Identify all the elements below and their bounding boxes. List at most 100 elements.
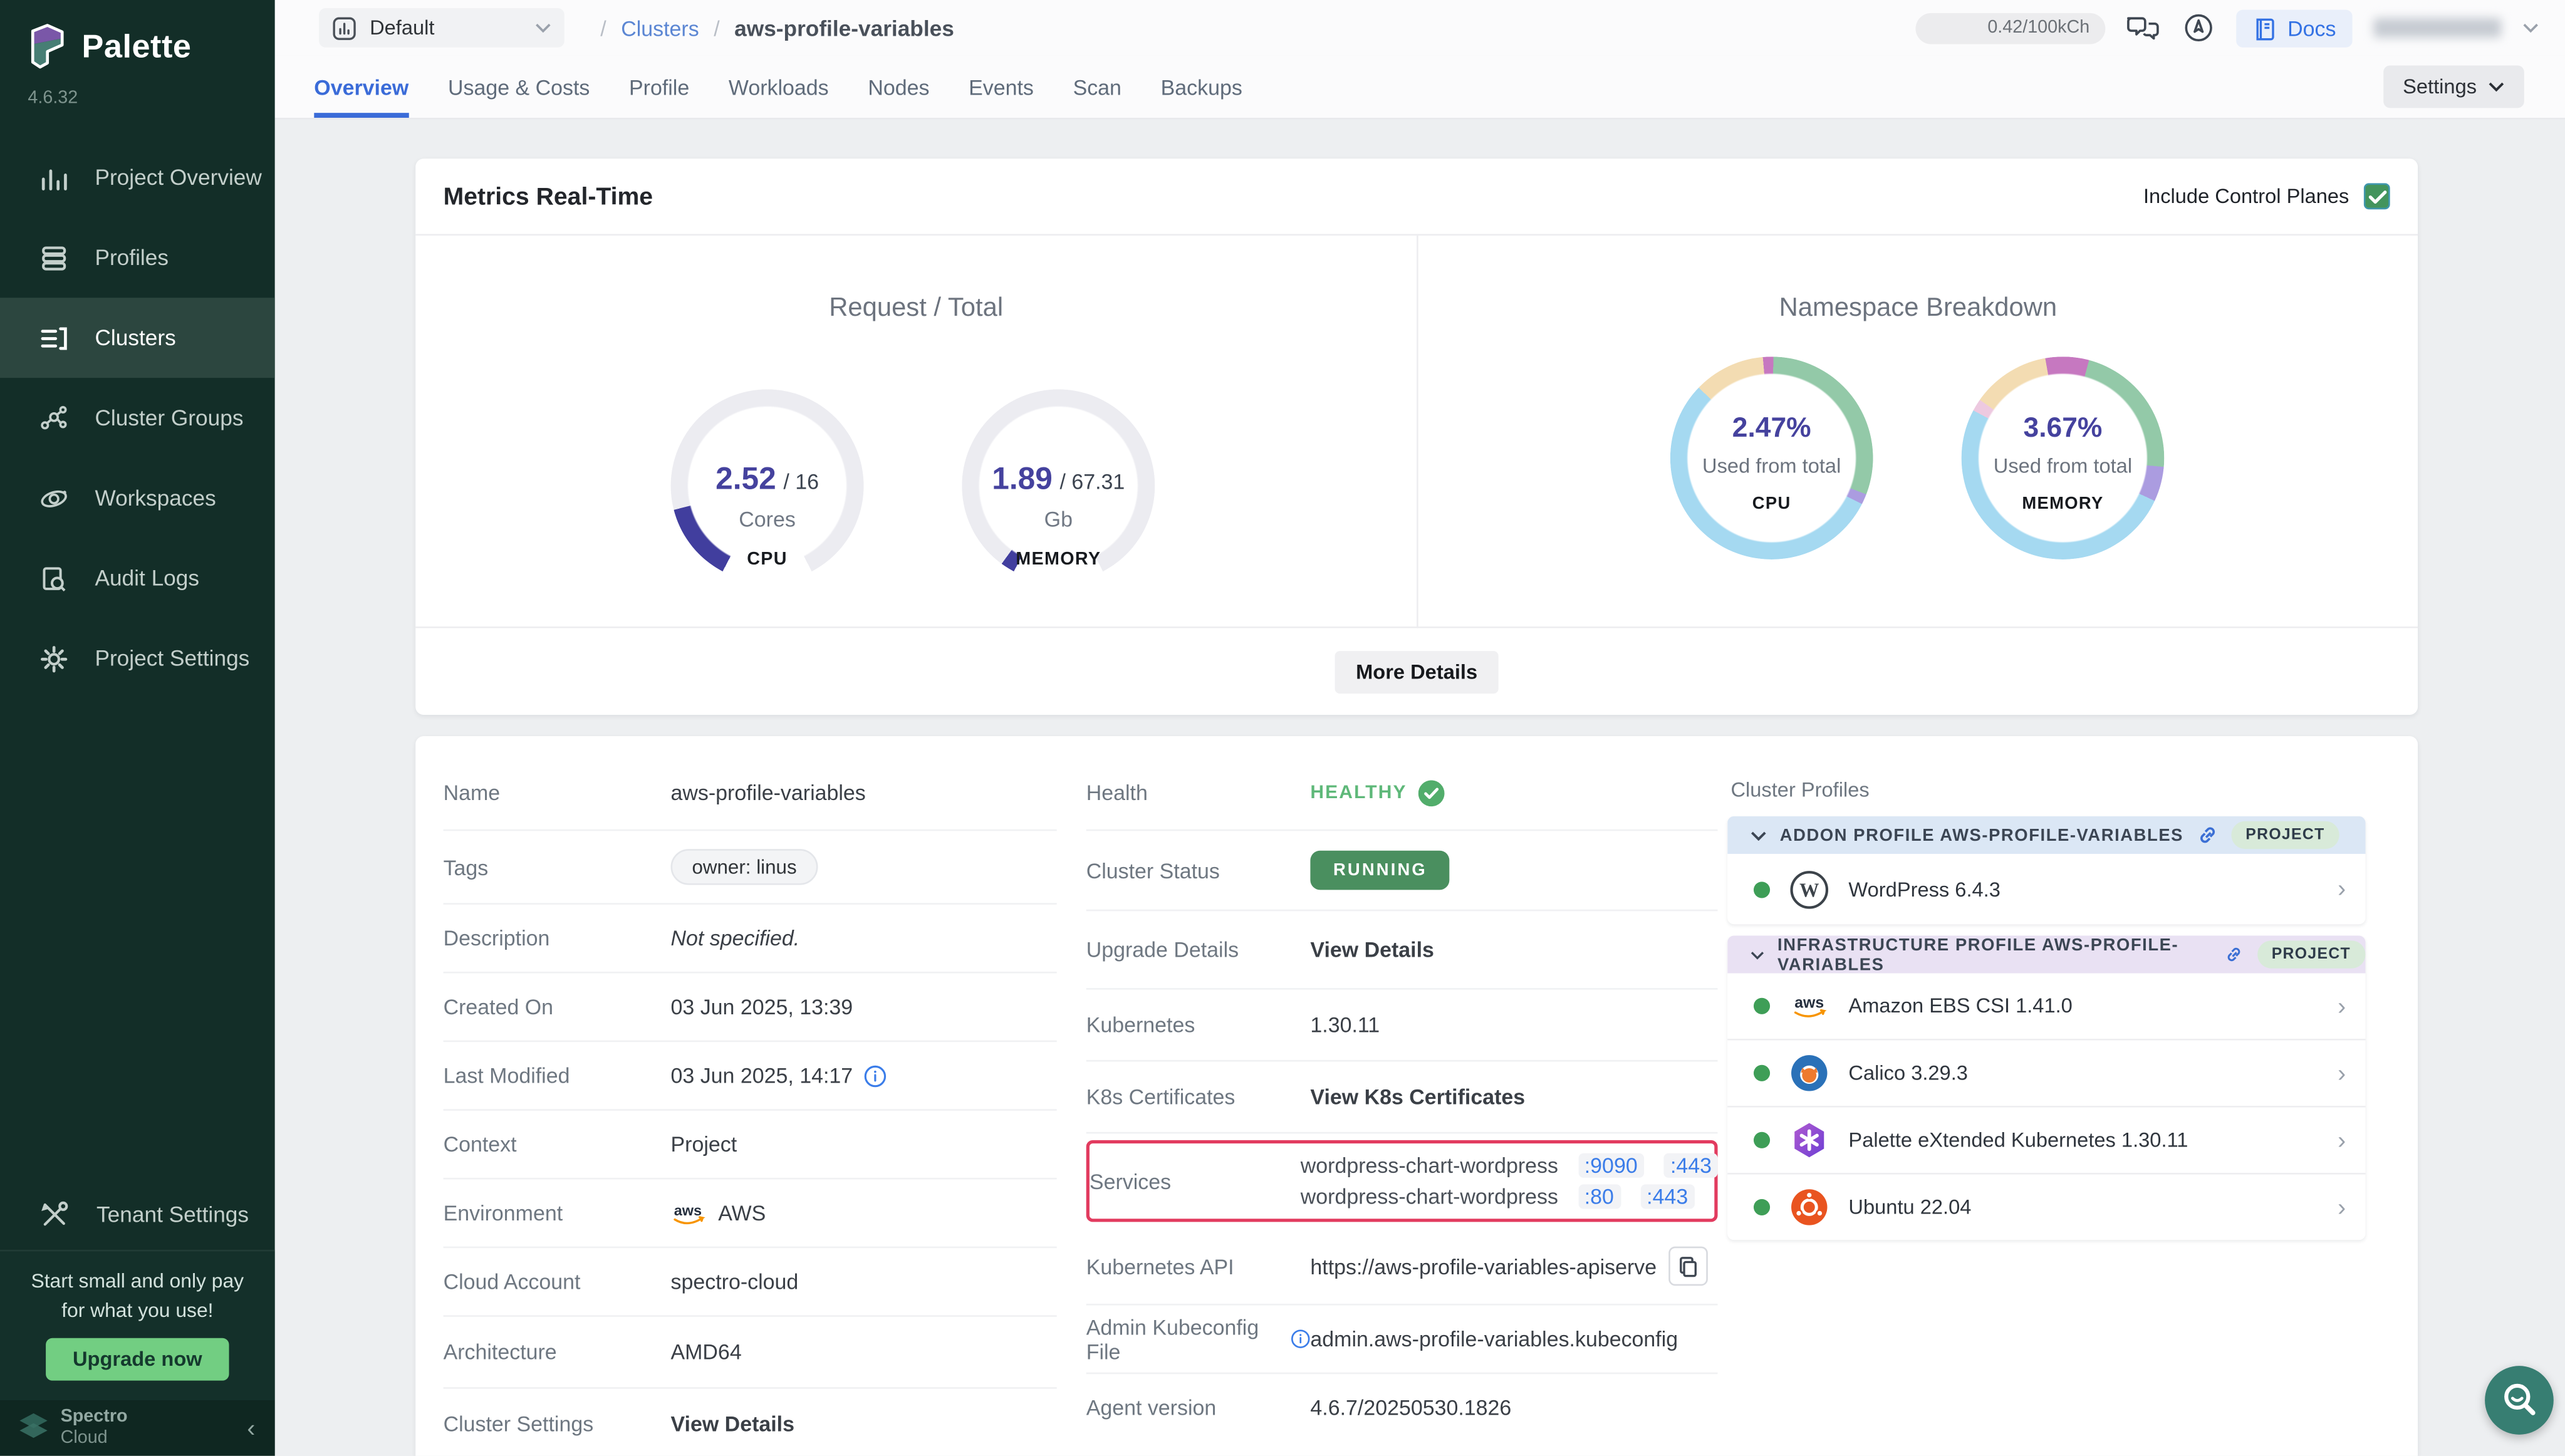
cpu-used-caption: Used from total <box>1670 455 1873 478</box>
running-status-badge: RUNNING <box>1310 851 1450 890</box>
profile-layer-wordpress[interactable]: W WordPress 6.4.3 › <box>1727 854 2365 924</box>
palette-logo-icon <box>26 23 69 72</box>
last-modified-value: 03 Jun 2025, 14:17 <box>671 1063 853 1088</box>
detail-row-health: Health HEALTHY <box>1086 756 1718 831</box>
detail-row-context: Context Project <box>444 1111 1057 1180</box>
metrics-card-title: Metrics Real-Time <box>444 182 653 210</box>
sidebar-item-project-settings[interactable]: Project Settings <box>0 618 275 699</box>
upgrade-now-button[interactable]: Upgrade now <box>46 1339 228 1381</box>
link-icon[interactable] <box>2225 944 2244 965</box>
status-dot-green <box>1754 881 1770 897</box>
breadcrumb-link-clusters[interactable]: Clusters <box>621 16 699 40</box>
sidebar-item-label: Project Overview <box>95 165 261 190</box>
cpu-namespace-donut-chart: 2.47% Used from total CPU <box>1670 356 1873 559</box>
tab-usage-costs[interactable]: Usage & Costs <box>448 56 590 118</box>
tab-overview[interactable]: Overview <box>314 56 408 118</box>
detail-row-architecture: Architecture AMD64 <box>444 1317 1057 1389</box>
brand-name: Palette <box>82 29 192 66</box>
addon-profile-header[interactable]: ADDON PROFILE AWS-PROFILE-VARIABLES PROJ… <box>1727 816 2365 854</box>
help-search-button[interactable] <box>2485 1366 2554 1435</box>
tab-events[interactable]: Events <box>969 56 1034 118</box>
memory-gauge-chart: 1.89 / 67.31 Gb MEMORY <box>962 389 1155 582</box>
docs-button[interactable]: Docs <box>2237 9 2352 46</box>
namespace-breakdown-panel: Namespace Breakdown 2.47% Used from tota… <box>1417 236 2418 628</box>
detail-row-cluster-status: Cluster Status RUNNING <box>1086 831 1718 911</box>
tab-backups[interactable]: Backups <box>1161 56 1242 118</box>
sidebar-item-tenant-settings[interactable]: Tenant Settings <box>0 1178 275 1250</box>
cluster-name-value: aws-profile-variables <box>671 780 866 804</box>
project-selector[interactable]: Default <box>319 8 565 48</box>
calico-icon <box>1789 1053 1829 1093</box>
docs-label: Docs <box>2287 16 2336 40</box>
kubernetes-version-value: 1.30.11 <box>1310 1012 1380 1037</box>
link-icon[interactable] <box>2197 824 2218 846</box>
sidebar-footer: Spectro Cloud ‹ <box>0 1400 275 1456</box>
copy-button[interactable] <box>1668 1247 1708 1286</box>
admin-kubeconfig-link[interactable]: admin.aws-profile-variables.kubeconfig <box>1310 1327 1678 1351</box>
chevron-down-icon <box>1751 950 1764 960</box>
sidebar-nav: Project Overview Profiles Clusters Clust… <box>0 137 275 699</box>
infrastructure-profile-group: INFRASTRUCTURE PROFILE AWS-PROFILE-VARIA… <box>1727 935 2365 1240</box>
tab-profile[interactable]: Profile <box>629 56 689 118</box>
sidebar-item-workspaces[interactable]: Workspaces <box>0 458 275 538</box>
clusters-icon <box>39 323 69 353</box>
chat-icon[interactable] <box>2127 13 2162 44</box>
tab-scan[interactable]: Scan <box>1073 56 1121 118</box>
detail-row-admin-kubeconfig: Admin Kubeconfig File admin.aws-profile-… <box>1086 1306 1718 1375</box>
promo-text: Start small and only pay for what you us… <box>0 1268 275 1326</box>
audit-log-icon <box>39 563 69 593</box>
collapse-sidebar-icon[interactable]: ‹ <box>247 1414 255 1442</box>
info-icon[interactable] <box>1291 1328 1310 1349</box>
cpu-used-percent: 2.47% <box>1670 412 1873 445</box>
sidebar-item-audit-logs[interactable]: Audit Logs <box>0 538 275 618</box>
detail-row-environment: Environment aws AWS <box>444 1180 1057 1249</box>
description-value: Not specified. <box>671 926 800 950</box>
profile-layer-ubuntu[interactable]: Ubuntu 22.04 › <box>1727 1175 2365 1240</box>
compass-icon[interactable] <box>2183 11 2215 44</box>
service-port-link[interactable]: :9090 <box>1578 1153 1644 1178</box>
view-k8s-certificates-link[interactable]: View K8s Certificates <box>1310 1084 1525 1109</box>
service-port-link[interactable]: :80 <box>1578 1184 1620 1209</box>
include-control-planes-checkbox[interactable] <box>2364 183 2390 209</box>
cluster-settings-view-details-link[interactable]: View Details <box>671 1412 794 1436</box>
cluster-status-column: Health HEALTHY Cluster Status RUNNING Up… <box>1086 756 1718 1441</box>
memory-donut-label: MEMORY <box>1962 494 2165 514</box>
memory-unit: Gb <box>962 507 1155 531</box>
service-port-link[interactable]: :443 <box>1664 1153 1719 1178</box>
profile-layer-amazon-ebs-csi[interactable]: aws Amazon EBS CSI 1.41.0 › <box>1727 974 2365 1041</box>
detail-row-kubernetes-api: Kubernetes API https://aws-profile-varia… <box>1086 1229 1718 1306</box>
project-selector-value: Default <box>370 16 522 39</box>
profile-layer-calico[interactable]: Calico 3.29.3 › <box>1727 1041 2365 1108</box>
user-menu-redacted[interactable] <box>2374 18 2502 38</box>
sidebar-item-clusters[interactable]: Clusters <box>0 298 275 378</box>
service-port-link[interactable]: :443 <box>1640 1184 1695 1209</box>
magnifier-smile-icon <box>2500 1381 2539 1420</box>
more-details-button[interactable]: More Details <box>1335 650 1499 693</box>
sidebar-item-project-overview[interactable]: Project Overview <box>0 137 275 217</box>
layers-icon <box>39 243 69 273</box>
top-bar: Default / Clusters / aws-profile-variabl… <box>275 0 2565 56</box>
cpu-unit: Cores <box>671 507 864 531</box>
tab-nodes[interactable]: Nodes <box>868 56 929 118</box>
detail-row-cluster-settings: Cluster Settings View Details <box>444 1389 1057 1456</box>
breadcrumb-separator: / <box>600 16 606 40</box>
memory-request-value: 1.89 <box>992 463 1053 497</box>
settings-button[interactable]: Settings <box>2383 65 2524 108</box>
chevron-down-icon <box>535 23 551 33</box>
chevron-down-icon[interactable] <box>2522 23 2539 33</box>
profile-layer-palette-extended-kubernetes[interactable]: Palette eXtended Kubernetes 1.30.11 › <box>1727 1108 2365 1175</box>
sidebar: Palette 4.6.32 Project Overview Profiles… <box>0 0 275 1456</box>
detail-row-name: Name aws-profile-variables <box>444 756 1057 831</box>
infrastructure-profile-header[interactable]: INFRASTRUCTURE PROFILE AWS-PROFILE-VARIA… <box>1727 935 2365 973</box>
namespace-breakdown-title: Namespace Breakdown <box>1418 294 2418 324</box>
sidebar-item-profiles[interactable]: Profiles <box>0 217 275 298</box>
tab-workloads[interactable]: Workloads <box>729 56 829 118</box>
detail-row-kubernetes: Kubernetes 1.30.11 <box>1086 990 1718 1062</box>
upgrade-view-details-link[interactable]: View Details <box>1310 937 1433 962</box>
sidebar-item-cluster-groups[interactable]: Cluster Groups <box>0 378 275 458</box>
copy-icon <box>1678 1256 1698 1277</box>
sidebar-item-label: Workspaces <box>95 486 216 510</box>
tools-icon <box>39 1199 71 1230</box>
info-icon[interactable] <box>864 1064 887 1087</box>
project-scope-icon <box>332 16 356 40</box>
